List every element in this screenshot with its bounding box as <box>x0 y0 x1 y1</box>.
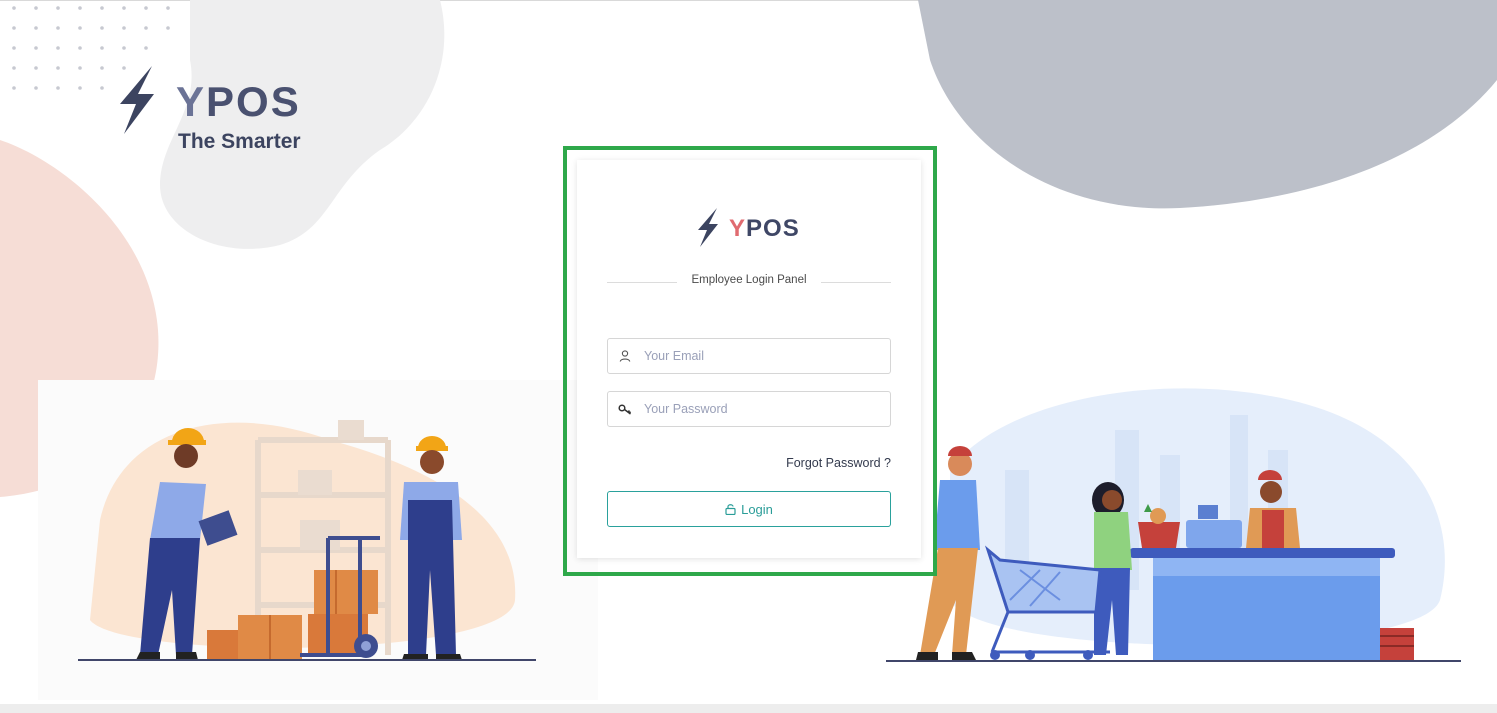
login-card: YPOS Employee Login Panel Forgot Passwor… <box>577 160 921 558</box>
email-field[interactable] <box>607 338 891 374</box>
login-button[interactable]: Login <box>607 491 891 527</box>
forgot-password-link[interactable]: Forgot Password ? <box>786 456 891 470</box>
card-logo: YPOS <box>697 208 817 248</box>
dark-blob <box>918 0 1497 209</box>
lock-icon <box>725 504 736 515</box>
brand-tagline: The Smarter <box>178 130 301 153</box>
panel-title-row: Employee Login Panel <box>607 274 891 290</box>
card-brand-name: YPOS <box>729 215 800 242</box>
brand-name: YPOS <box>176 78 301 125</box>
password-field[interactable] <box>607 391 891 427</box>
basket-counter <box>1138 522 1180 548</box>
divider-right <box>821 282 891 283</box>
lightning-bolt-icon <box>120 66 154 134</box>
basket-floor <box>1380 628 1414 660</box>
bottom-band <box>0 704 1497 713</box>
brand-header: YPOS The Smarter <box>118 66 318 156</box>
email-input[interactable] <box>642 339 886 373</box>
lightning-bolt-icon <box>698 208 718 247</box>
key-icon <box>618 404 632 415</box>
password-input[interactable] <box>642 392 886 426</box>
user-icon <box>619 350 631 362</box>
login-label: Login <box>741 501 773 517</box>
panel-title: Employee Login Panel <box>691 274 807 286</box>
